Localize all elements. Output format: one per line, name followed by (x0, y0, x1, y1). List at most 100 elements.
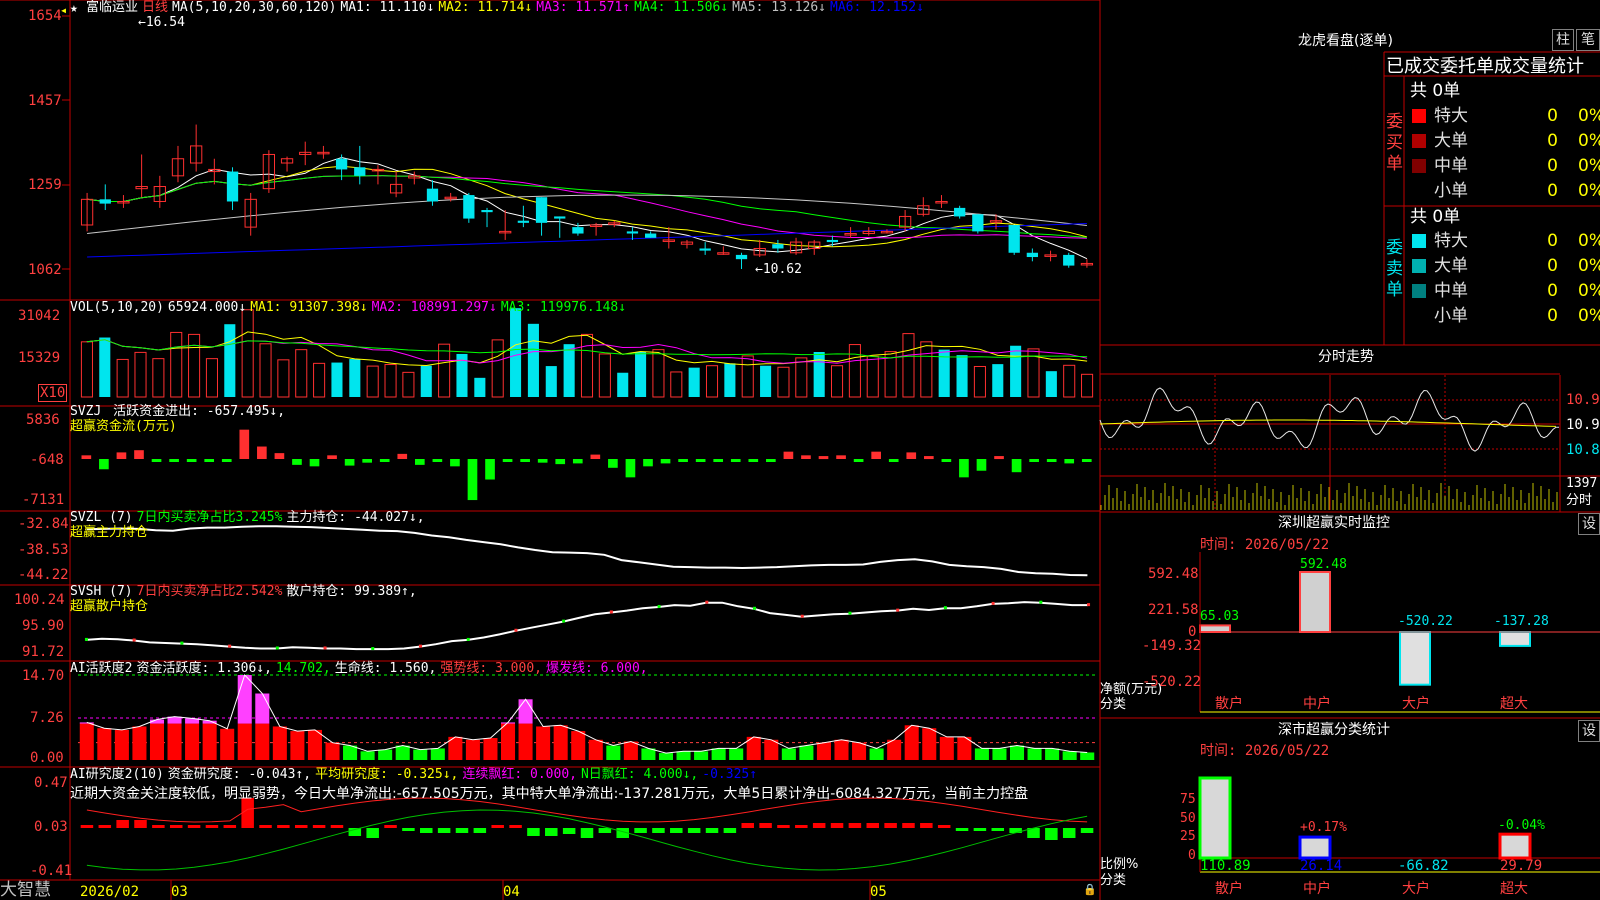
sell-row-medium[interactable]: 中单 0 0% (1408, 279, 1600, 303)
sell-total: 共 0单 (1410, 207, 1461, 227)
fund-flow-bar (257, 446, 267, 459)
research-bar (991, 828, 1005, 831)
retail-dot (1087, 603, 1091, 607)
fund-flow-bar (976, 459, 987, 471)
volume-bar (1045, 371, 1057, 397)
activity-bar (1045, 748, 1060, 760)
activity-bar (1009, 745, 1025, 760)
activity-bar (939, 736, 954, 760)
activity-bar (711, 748, 726, 760)
research-bar (1062, 828, 1076, 838)
ai2-title: AI活跃度2 (70, 661, 133, 676)
svzj-axis-label: 5836 (26, 412, 60, 428)
sz-class-xlabel: 分类 (1100, 873, 1127, 888)
sz-monitor-category: 散户 (1215, 696, 1243, 712)
buy-total: 共 0单 (1410, 81, 1461, 101)
sz-monitor-axis-label: 221.58 (1148, 602, 1199, 618)
fund-flow-bar (151, 459, 162, 462)
fund-flow-bar (81, 455, 92, 459)
sell-medium-pct: 0% (1578, 281, 1600, 301)
buy-row-xl[interactable]: 特大 0 0% (1408, 104, 1600, 128)
volume-bar (295, 349, 308, 398)
activity-bar (413, 749, 428, 760)
research-bar (187, 825, 201, 828)
buy-xl-pct: 0% (1578, 106, 1600, 126)
research-bar (509, 825, 522, 828)
favorite-star-icon[interactable]: ★ (70, 1, 78, 17)
ai2-lifeline: 生命线: 1.560, (334, 661, 437, 676)
activity-bar (149, 723, 165, 760)
fund-flow-bar (572, 459, 583, 464)
research-bar (955, 828, 969, 831)
candle-down (1026, 252, 1039, 258)
fund-flow-bar (923, 456, 934, 460)
stock-chart-canvas[interactable] (0, 0, 1600, 900)
activity-bar (255, 723, 270, 760)
stock-name[interactable]: 富临运业 (86, 0, 138, 15)
research-bar (223, 825, 237, 828)
sz-class-time: 时间: 2026/05/22 (1200, 743, 1330, 759)
research-bar (366, 828, 379, 838)
sell-large-count: 0 (1547, 256, 1558, 276)
period-label[interactable]: 日线 (142, 0, 168, 15)
research-description: 近期大资金关注度较低，明显弱势，今日大单净流出:-657.505万元，其中特大单… (70, 786, 1029, 802)
activity-burst-bar (518, 699, 533, 724)
price-axis-label: 1062 (28, 262, 62, 278)
fund-flow-bar (520, 459, 530, 462)
research-bar (205, 825, 219, 828)
bar-view-button[interactable]: 柱 (1552, 29, 1574, 51)
lhb-subtitle: 已成交委托单成交量统计 (1386, 56, 1584, 77)
svzl-ratio: 7日内买卖净占比3.245% (136, 510, 283, 525)
ai2-strong-line: 强势线: 3.000, (440, 661, 542, 676)
research-trend-line (86, 809, 1088, 871)
prev-arrow-icon[interactable]: ◂ (60, 2, 67, 18)
sz-class-settings-button[interactable]: 设 (1578, 720, 1600, 742)
volume-bar (617, 372, 629, 397)
buy-row-medium[interactable]: 中单 0 0% (1408, 154, 1600, 178)
retail-dot (609, 610, 613, 614)
sz-monitor-bar (1299, 571, 1331, 633)
activity-bar (571, 731, 586, 760)
activity-bar (852, 742, 867, 760)
research-bar (384, 825, 397, 828)
svsh-ratio: 7日内买卖净占比2.542% (136, 584, 283, 599)
research-bar (330, 825, 344, 828)
sell-xl-pct: 0% (1578, 231, 1600, 251)
sell-small-count: 0 (1547, 306, 1558, 326)
research-bar (598, 828, 612, 833)
activity-bar (378, 749, 393, 760)
buy-row-large[interactable]: 大单 0 0% (1408, 129, 1600, 153)
sz-monitor-time: 时间: 2026/05/22 (1200, 537, 1330, 553)
vol-axis-label: 31042 (18, 308, 61, 324)
sell-row-large[interactable]: 大单 0 0% (1408, 254, 1600, 278)
activity-bar (202, 723, 217, 760)
buy-xl-swatch (1412, 109, 1426, 123)
svsh-value: 散户持仓: 99.389↑, (286, 584, 417, 599)
activity-bar (132, 726, 147, 760)
volume-bar (170, 331, 183, 398)
buy-row-small[interactable]: 小单 0 0% (1408, 179, 1600, 203)
volume-bar (116, 358, 129, 398)
lock-icon[interactable]: 🔒 (1083, 882, 1097, 898)
research-bar (759, 823, 772, 828)
svzl-value: 主力持仓: -44.027↓, (286, 510, 425, 525)
vol-ma3-line (86, 339, 1088, 359)
fund-flow-bar (959, 459, 969, 478)
research-bar (116, 820, 129, 828)
svzl-axis-label: -44.22 (18, 567, 69, 583)
research-bar (294, 825, 308, 828)
buy-xl-label: 特大 (1434, 106, 1468, 126)
activity-bar (764, 739, 779, 760)
sell-row-small[interactable]: 小单 0 0% (1408, 304, 1600, 328)
sz-monitor-settings-button[interactable]: 设 (1578, 513, 1600, 535)
retail-dot (991, 601, 995, 605)
sz-class-axis-label: 50 (1180, 811, 1196, 826)
research-bar (491, 825, 504, 828)
volume-bar (313, 362, 326, 398)
tick-view-button[interactable]: 笔 (1576, 29, 1600, 51)
sell-row-xl[interactable]: 特大 0 0% (1408, 229, 1600, 253)
sell-xl-label: 特大 (1434, 231, 1468, 251)
research-axis-label: 0.47 (34, 775, 68, 791)
sz-class-category: 超大 (1500, 881, 1528, 897)
candle-down (463, 195, 475, 219)
